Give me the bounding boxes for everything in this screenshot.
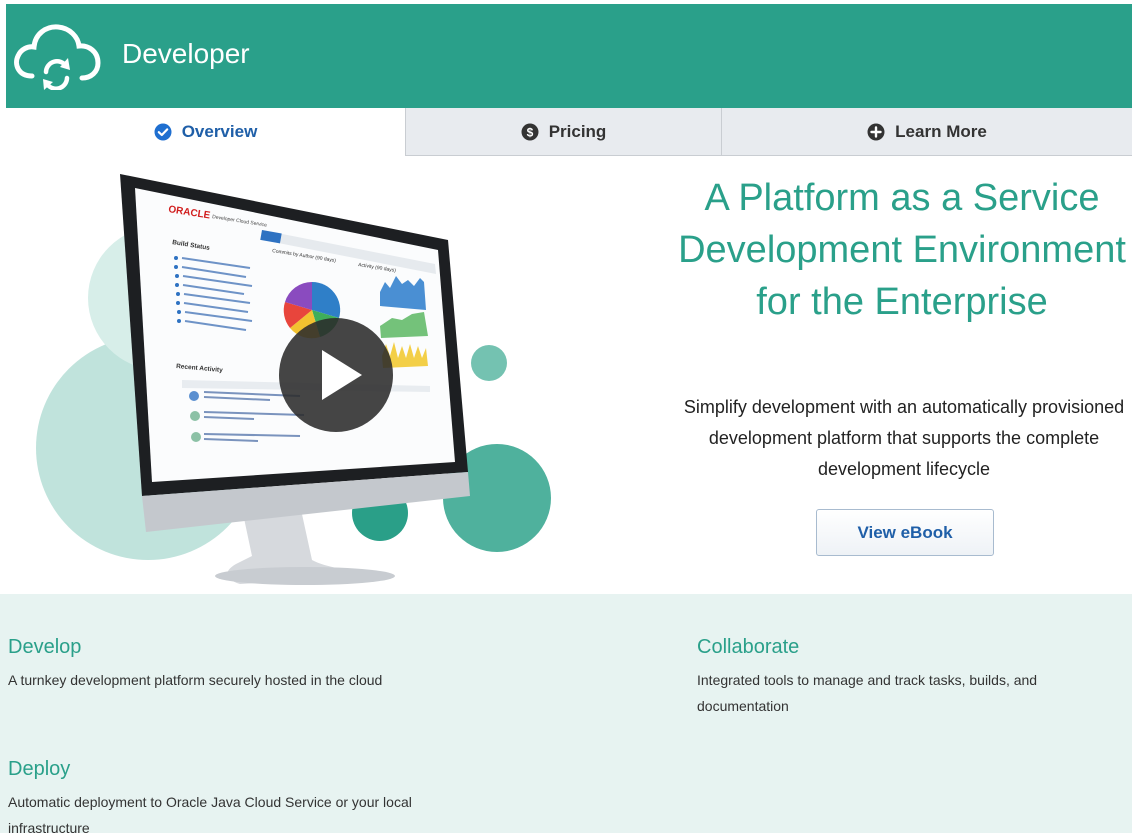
feature-deploy-title: Deploy bbox=[8, 758, 71, 780]
feature-collaborate: Collaborate Integrated tools to manage a… bbox=[697, 636, 1117, 719]
header-bar: Developer bbox=[6, 4, 1132, 108]
hero-title: A Platform as a Service Development Envi… bbox=[678, 177, 1126, 323]
feature-deploy-text: Automatic deployment to Oracle Java Clou… bbox=[8, 794, 412, 833]
feature-deploy: Deploy Automatic deployment to Oracle Ja… bbox=[8, 758, 478, 833]
monitor-base bbox=[215, 567, 395, 585]
hero-illustration: ORACLE Developer Cloud Service Build Sta… bbox=[36, 174, 551, 585]
tab-learn-more-label: Learn More bbox=[895, 121, 987, 141]
bubble-right-small bbox=[471, 345, 507, 381]
plus-circle-icon bbox=[867, 123, 885, 140]
features-section: Develop A turnkey development platform s… bbox=[0, 594, 1132, 833]
check-circle-icon bbox=[154, 123, 172, 141]
app-title: Developer bbox=[122, 38, 250, 69]
feature-collaborate-title: Collaborate bbox=[697, 636, 800, 658]
feature-develop-text: A turnkey development platform securely … bbox=[8, 672, 383, 688]
tab-learn-more[interactable]: Learn More bbox=[721, 108, 1132, 156]
dollar-circle-icon: $ bbox=[521, 123, 539, 140]
hero-description: Simplify development with an automatical… bbox=[683, 397, 1125, 479]
feature-develop: Develop A turnkey development platform s… bbox=[8, 636, 478, 693]
cloud-sync-icon bbox=[14, 24, 101, 90]
tab-bar: Overview $ Pricing Learn More bbox=[6, 108, 1132, 156]
tab-overview[interactable]: Overview bbox=[6, 108, 405, 156]
video-play-button[interactable] bbox=[279, 318, 393, 432]
tab-pricing[interactable]: $ Pricing bbox=[405, 108, 721, 156]
tab-overview-label: Overview bbox=[181, 122, 258, 141]
feature-collaborate-text: Integrated tools to manage and track tas… bbox=[697, 672, 1038, 714]
svg-text:$: $ bbox=[526, 125, 533, 139]
view-ebook-button[interactable]: View eBook bbox=[816, 509, 994, 556]
page: Developer Overview $ Pricing Learn More bbox=[0, 0, 1132, 833]
tab-pricing-label: Pricing bbox=[548, 121, 607, 141]
feature-develop-title: Develop bbox=[8, 636, 82, 658]
